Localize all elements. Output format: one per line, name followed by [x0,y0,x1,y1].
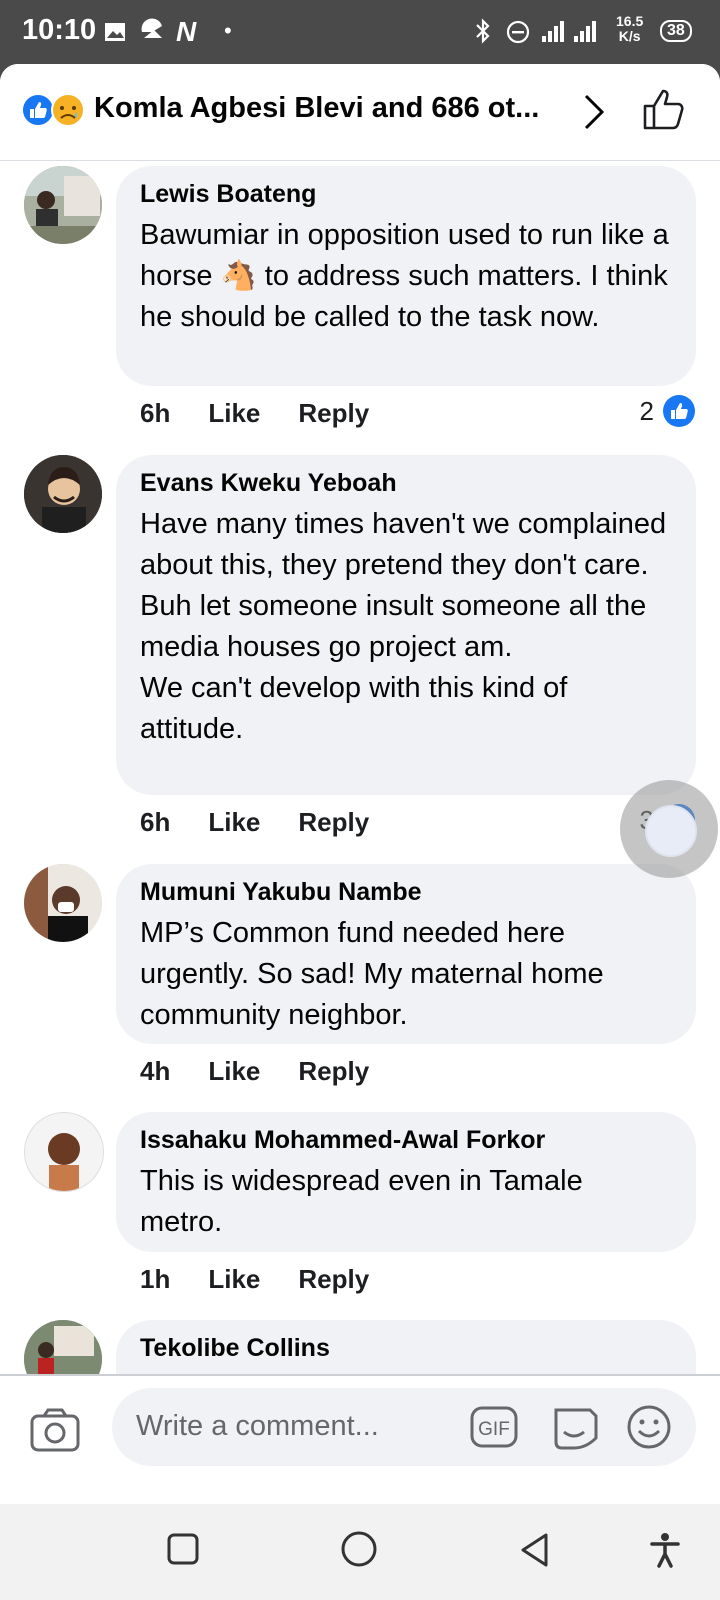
like-reaction-icon [21,93,85,127]
status-bar: 10:10 N • 16.5 K/s 38 [0,0,720,64]
reply-button[interactable]: Reply [298,807,369,837]
like-post-icon[interactable] [642,86,686,132]
comment-like-count[interactable]: 2 [640,394,696,428]
avatar[interactable] [24,1112,104,1192]
gif-button[interactable]: GIF [470,1406,518,1453]
comment-author[interactable]: Tekolibe Collins [140,1334,672,1363]
comment-text: This is widespread even in Tamale metro. [140,1165,583,1238]
comment-author[interactable]: Lewis Boateng [140,180,672,209]
sad-reaction-icon [51,93,85,127]
accessibility-icon[interactable] [650,1532,680,1568]
reactions-header[interactable]: Komla Agbesi Blevi and 686 ot... [0,64,720,161]
reply-button[interactable]: Reply [298,398,369,428]
comment-time: 6h [140,807,171,837]
back-icon[interactable] [518,1532,552,1568]
like-button[interactable]: Like [208,807,260,837]
sticker-icon[interactable] [550,1402,600,1450]
like-button[interactable]: Like [208,1056,260,1086]
like-button[interactable]: Like [208,398,260,428]
comment-author[interactable]: Issahaku Mohammed-Awal Forkor [140,1126,672,1155]
network-speed-value: 16.5 [616,13,644,29]
reply-button[interactable]: Reply [298,1264,369,1294]
reaction-icons [20,92,86,133]
comments-sheet: Komla Agbesi Blevi and 686 ot... Lewis B… [0,64,720,1504]
recent-apps-icon[interactable] [166,1532,200,1566]
like-count-value: 2 [639,395,654,426]
dnd-icon [506,20,530,44]
avatar[interactable] [24,166,102,244]
comment-actions: 6h Like Reply [140,807,407,838]
comment-bubble[interactable]: Mumuni Yakubu Nambe MP’s Common fund nee… [116,864,696,1044]
comment-actions: 1h Like Reply [140,1264,407,1295]
assistive-touch-button[interactable] [620,780,718,878]
comment-actions: 4h Like Reply [140,1056,407,1087]
comment-text: Bawumiar in opposition used to run like … [140,219,669,333]
avatar[interactable] [24,864,102,942]
battery-icon: 38 [660,20,692,42]
comment-time: 4h [140,1056,171,1086]
like-button[interactable]: Like [208,1264,260,1294]
more-notifications-icon: • [224,18,232,43]
comment-time: 6h [140,398,171,428]
emoji-icon[interactable] [626,1404,672,1450]
bluetooth-icon [476,18,490,44]
network-speed-unit: K/s [618,28,641,44]
reply-button[interactable]: Reply [298,1056,369,1086]
comment-time: 1h [140,1264,171,1294]
home-icon[interactable] [340,1530,378,1568]
comment-author[interactable]: Mumuni Yakubu Nambe [140,878,672,907]
camera-icon[interactable] [30,1408,80,1452]
comment-bubble[interactable]: Evans Kweku Yeboah Have many times haven… [116,455,696,795]
status-time: 10:10 [22,14,97,46]
system-nav-bar [0,1504,720,1600]
comment-author[interactable]: Evans Kweku Yeboah [140,469,672,498]
comment-bubble[interactable]: Lewis Boateng Bawumiar in opposition use… [116,166,696,386]
comment-input-placeholder: Write a comment... [136,1410,379,1442]
comment-composer: Write a comment... GIF [0,1374,720,1504]
avatar[interactable] [24,455,102,533]
comment-text: MP’s Common fund needed here urgently. S… [140,917,604,1031]
signal-icon [542,21,596,42]
reactions-summary[interactable]: Komla Agbesi Blevi and 686 ot... [94,92,539,125]
gallery-icon [105,23,125,41]
app-notification-icon [141,18,162,38]
news-icon: N [176,16,197,47]
comment-bubble[interactable]: Issahaku Mohammed-Awal Forkor This is wi… [116,1112,696,1252]
comment-text: Have many times haven't we complained ab… [140,508,667,745]
like-badge-icon [663,395,695,427]
comment-actions: 6h Like Reply [140,398,407,429]
chevron-right-icon[interactable] [582,92,606,132]
gif-label: GIF [478,1419,510,1440]
network-speed: 16.5 K/s [616,14,643,44]
comment-input[interactable]: Write a comment... GIF [112,1388,696,1466]
